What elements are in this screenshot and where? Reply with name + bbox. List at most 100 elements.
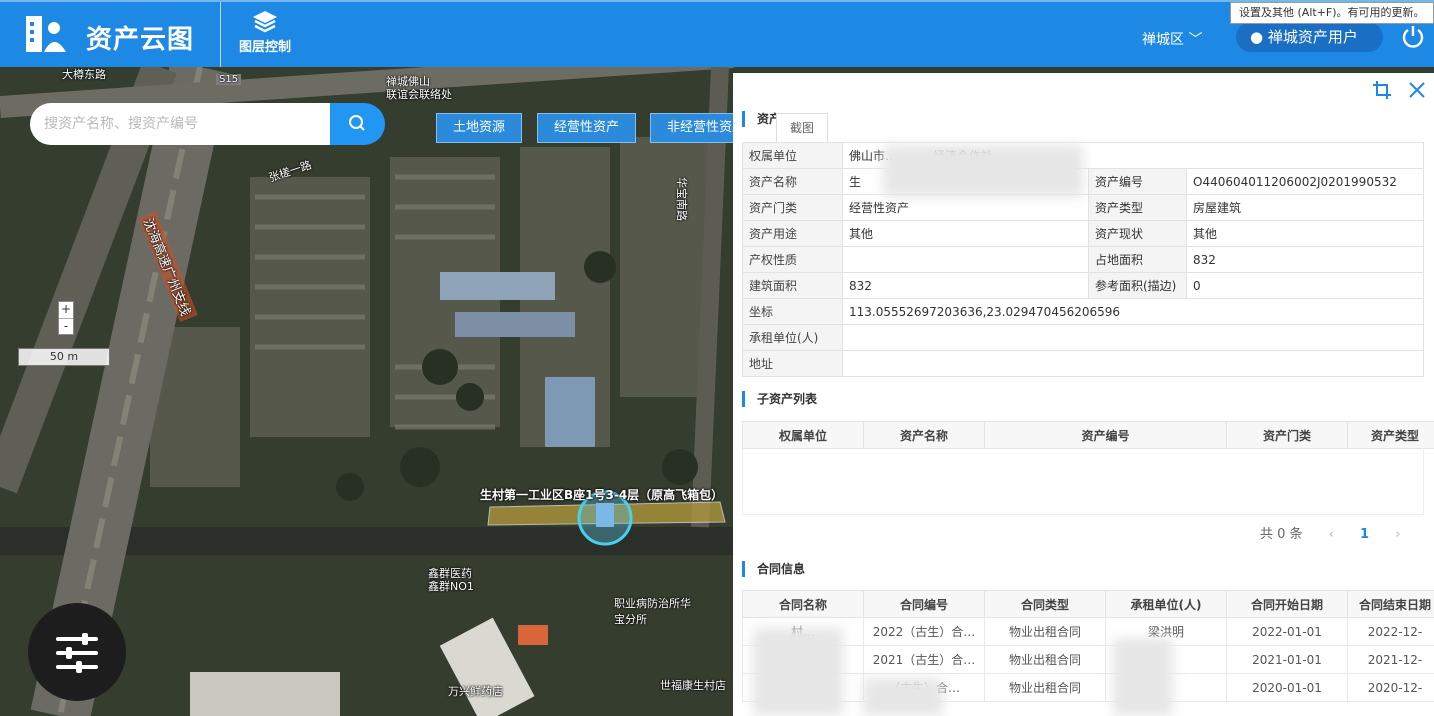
column-header[interactable]: 权属单位 bbox=[742, 421, 864, 449]
asset-detail-panel: 资产 截图 权属单位 佛山市…………经济合作社 资产名称 生 资产编号 O440… bbox=[733, 73, 1434, 716]
table-row[interactable]: … 2021（古生）合… 物业出租合同 2021-01-01 2021-12- bbox=[742, 645, 1434, 674]
category-value: 经营性资产 bbox=[842, 194, 1089, 221]
panel-tools bbox=[1363, 79, 1428, 101]
page-number[interactable]: 1 bbox=[1360, 527, 1369, 542]
close-icon[interactable] bbox=[1406, 79, 1428, 101]
prev-page-button[interactable]: ‹ bbox=[1329, 527, 1334, 542]
column-header[interactable]: 合同开始日期 bbox=[1226, 590, 1348, 618]
info-row: 承租单位(人) bbox=[742, 324, 1424, 351]
contract-type-cell: 物业出租合同 bbox=[984, 673, 1106, 702]
filter-land-button[interactable]: 土地资源 bbox=[436, 113, 523, 143]
redaction bbox=[753, 628, 843, 716]
contract-code-cell: 2021（古生）合… bbox=[863, 645, 985, 674]
column-header[interactable]: 合同编号 bbox=[863, 590, 985, 618]
contract-end-cell: 2022-12- bbox=[1347, 617, 1434, 646]
contract-end-cell: 2021-12- bbox=[1347, 645, 1434, 674]
app-logo-icon bbox=[26, 16, 66, 52]
scale-bar: 50 m bbox=[18, 348, 110, 366]
map-label: 世福康生村店 bbox=[660, 679, 726, 692]
sub-assets-title: 子资产列表 bbox=[742, 391, 817, 407]
column-header[interactable]: 资产编号 bbox=[984, 421, 1227, 449]
zoom-control: + - bbox=[58, 301, 74, 335]
filter-operating-button[interactable]: 经营性资产 bbox=[537, 113, 637, 143]
sub-assets-table: 权属单位 资产名称 资产编号 资产门类 资产类型 bbox=[742, 421, 1434, 449]
use-label: 资产用途 bbox=[742, 220, 843, 247]
map-label: 华宝南路 bbox=[675, 177, 688, 221]
search-button[interactable] bbox=[330, 103, 385, 145]
table-row[interactable]: 生… （古生）合… 物业出租合同 2020-01-01 2020-12- bbox=[742, 673, 1434, 702]
column-header[interactable]: 资产名称 bbox=[863, 421, 985, 449]
right-value bbox=[842, 246, 1089, 273]
coord-label: 坐标 bbox=[742, 298, 843, 325]
user-icon: ● bbox=[1250, 28, 1264, 46]
map-label: 大樽东路 bbox=[62, 68, 106, 81]
category-label: 资产门类 bbox=[742, 194, 843, 221]
layer-control-label: 图层控制 bbox=[238, 40, 291, 55]
info-row: 资产名称 生 资产编号 O440604011206002J0201990532 bbox=[742, 168, 1424, 195]
redaction bbox=[1113, 638, 1173, 716]
app-title: 资产云图 bbox=[86, 25, 195, 55]
column-header[interactable]: 合同类型 bbox=[984, 590, 1106, 618]
sub-assets-empty bbox=[742, 448, 1424, 515]
district-select[interactable]: 禅城区 ﹀ bbox=[1142, 29, 1202, 49]
lessee-value bbox=[842, 324, 1424, 351]
browser-tooltip: 设置及其他 (Alt+F)。有可用的更新。 bbox=[1230, 2, 1434, 24]
status-value: 其他 bbox=[1186, 220, 1424, 247]
contract-end-cell: 2020-12- bbox=[1347, 673, 1434, 702]
info-row: 建筑面积 832 参考面积(描边) 0 bbox=[742, 272, 1424, 299]
right-label: 产权性质 bbox=[742, 246, 843, 273]
map-label: S15 bbox=[216, 74, 242, 85]
code-label: 资产编号 bbox=[1088, 168, 1187, 195]
top-bar: 资产云图 图层控制 禅城区 ﹀ ● 禅城资产用户 设置及其他 (Alt+F)。有… bbox=[0, 0, 1434, 69]
ref-area-value: 0 bbox=[1186, 272, 1424, 299]
table-header-row: 合同名称 合同编号 合同类型 承租单位(人) 合同开始日期 合同结束日期 bbox=[742, 590, 1434, 618]
map-label: 万兴鲜药店 bbox=[448, 685, 503, 698]
column-header[interactable]: 资产门类 bbox=[1226, 421, 1348, 449]
column-header[interactable]: 资产类型 bbox=[1347, 421, 1434, 449]
contract-start-cell: 2022-01-01 bbox=[1226, 617, 1348, 646]
asset-info-table: 权属单位 佛山市…………经济合作社 资产名称 生 资产编号 O440604011… bbox=[742, 142, 1424, 377]
layer-control-button[interactable]: 图层控制 bbox=[232, 10, 298, 62]
column-header[interactable]: 承租单位(人) bbox=[1105, 590, 1227, 618]
contract-start-cell: 2020-01-01 bbox=[1226, 673, 1348, 702]
map-menu-button[interactable] bbox=[28, 603, 126, 701]
lessee-label: 承租单位(人) bbox=[742, 324, 843, 351]
column-header[interactable]: 合同结束日期 bbox=[1347, 590, 1434, 618]
zoom-in-button[interactable]: + bbox=[59, 302, 73, 318]
map-label: 鑫群NO1 bbox=[428, 580, 474, 593]
power-icon[interactable] bbox=[1400, 24, 1426, 50]
ref-area-label: 参考面积(描边) bbox=[1088, 272, 1187, 299]
zoom-out-button[interactable]: - bbox=[59, 318, 73, 334]
contract-type-cell: 物业出租合同 bbox=[984, 617, 1106, 646]
user-menu-button[interactable]: ● 禅城资产用户 bbox=[1236, 22, 1383, 52]
table-header-row: 权属单位 资产名称 资产编号 资产门类 资产类型 bbox=[742, 421, 1434, 449]
contract-start-cell: 2021-01-01 bbox=[1226, 645, 1348, 674]
owner-label: 权属单位 bbox=[742, 142, 843, 169]
info-row: 资产用途 其他 资产现状 其他 bbox=[742, 220, 1424, 247]
crop-icon[interactable] bbox=[1371, 79, 1393, 101]
user-name: 禅城资产用户 bbox=[1267, 28, 1358, 46]
code-value: O440604011206002J0201990532 bbox=[1186, 168, 1424, 195]
name-label: 资产名称 bbox=[742, 168, 843, 195]
search-icon bbox=[349, 115, 365, 131]
contract-type-cell: 物业出租合同 bbox=[984, 645, 1106, 674]
redaction bbox=[863, 678, 943, 716]
contract-code-cell: 2022（古生）合… bbox=[863, 617, 985, 646]
type-label: 资产类型 bbox=[1088, 194, 1187, 221]
type-value: 房屋建筑 bbox=[1186, 194, 1424, 221]
status-label: 资产现状 bbox=[1088, 220, 1187, 247]
search-input[interactable] bbox=[30, 103, 330, 145]
build-area-value: 832 bbox=[842, 272, 1089, 299]
column-header[interactable]: 合同名称 bbox=[742, 590, 864, 618]
tab-screenshot[interactable]: 截图 bbox=[776, 113, 828, 143]
pagination: 共 0 条 ‹ 1 › bbox=[1260, 523, 1422, 542]
redaction bbox=[883, 145, 1083, 197]
table-row[interactable]: 村… 2022（古生）合… 物业出租合同 梁洪明 2022-01-01 2022… bbox=[742, 617, 1434, 646]
info-row: 产权性质 占地面积 832 bbox=[742, 246, 1424, 273]
info-row: 权属单位 佛山市…………经济合作社 bbox=[742, 142, 1424, 169]
asset-search bbox=[30, 103, 385, 145]
map-label: 职业病防治所华宝分所 bbox=[614, 597, 691, 626]
next-page-button[interactable]: › bbox=[1395, 527, 1400, 542]
layers-icon bbox=[253, 11, 277, 33]
contract-section-title: 合同信息 bbox=[742, 561, 805, 577]
